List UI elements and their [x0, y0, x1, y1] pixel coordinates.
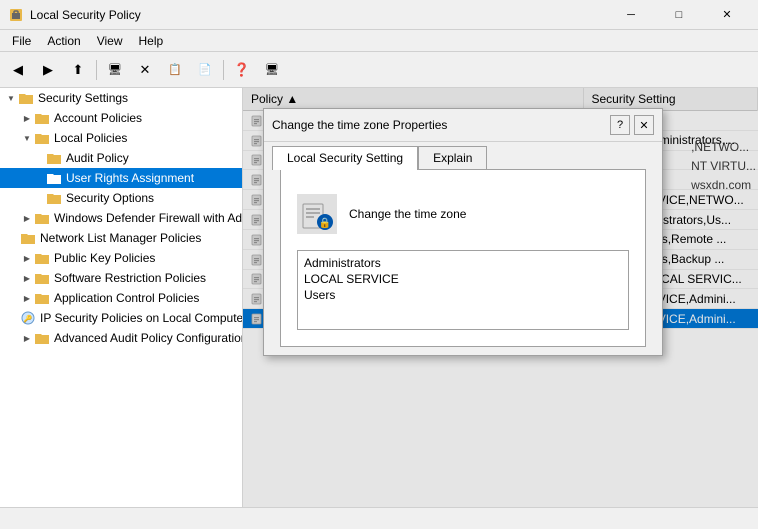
tab-explain[interactable]: Explain — [418, 146, 487, 169]
tree-label-security-options: Security Options — [66, 191, 154, 205]
help-button[interactable]: ❓ — [228, 56, 256, 84]
tree-item-app-control[interactable]: ▶ Application Control Policies — [0, 288, 242, 308]
icon-ip-security: 🔑 — [20, 310, 36, 326]
tree-label-software-restriction: Software Restriction Policies — [54, 271, 206, 285]
folder-icon-audit-adv — [34, 330, 50, 346]
dialog-titlebar: Change the time zone Properties ? ✕ — [264, 109, 662, 142]
expand-icon-app: ▶ — [20, 291, 34, 305]
tree-label-windows-firewall: Windows Defender Firewall with Adva... — [54, 211, 243, 225]
dialog-policy-name: Change the time zone — [349, 207, 466, 221]
forward-button[interactable]: ▶ — [34, 56, 62, 84]
dialog-close-button[interactable]: ✕ — [634, 115, 654, 135]
dialog-controls: ? ✕ — [610, 115, 654, 135]
tree-label-ip-security: IP Security Policies on Local Compute... — [40, 311, 243, 325]
folder-icon — [18, 90, 34, 106]
folder-icon-firewall — [34, 210, 50, 226]
tab-local-security-setting[interactable]: Local Security Setting — [272, 146, 418, 170]
new-button[interactable]: 📄 — [191, 56, 219, 84]
expand-icon-account: ▶ — [20, 111, 34, 125]
tree-item-security-options[interactable]: Security Options — [0, 188, 242, 208]
tree-label-network-list: Network List Manager Policies — [40, 231, 201, 245]
policy-big-icon: 🔒 — [297, 194, 337, 234]
tree-item-software-restriction[interactable]: ▶ Software Restriction Policies — [0, 268, 242, 288]
folder-icon-user-rights — [46, 170, 62, 186]
list-item[interactable]: LOCAL SERVICE — [302, 271, 624, 287]
menubar: File Action View Help — [0, 30, 758, 52]
tree-item-network-list[interactable]: Network List Manager Policies — [0, 228, 242, 248]
svg-text:🔒: 🔒 — [319, 217, 331, 229]
dialog-tabs: Local Security Setting Explain — [264, 142, 662, 169]
expand-icon-audit: ▶ — [20, 331, 34, 345]
dialog-body: 🔒 Change the time zone AdministratorsLOC… — [264, 169, 662, 355]
tree-item-account-policies[interactable]: ▶ Account Policies — [0, 108, 242, 128]
dialog-overlay: Change the time zone Properties ? ✕ Loca… — [243, 88, 758, 507]
dialog-list-box[interactable]: AdministratorsLOCAL SERVICEUsers — [297, 250, 629, 330]
content-area: Policy ▲ Security Setting Access Credent… — [243, 88, 758, 507]
window-controls: ─ □ ✕ — [608, 0, 750, 30]
tree-item-audit-policy[interactable]: Audit Policy — [0, 148, 242, 168]
tree-item-public-key[interactable]: ▶ Public Key Policies — [0, 248, 242, 268]
minimize-button[interactable]: ─ — [608, 0, 654, 30]
window-title: Local Security Policy — [30, 8, 608, 22]
console-button[interactable]: 🖥 — [258, 56, 286, 84]
dialog-help-button[interactable]: ? — [610, 115, 630, 135]
up-button[interactable]: ⬆ — [64, 56, 92, 84]
tree-item-local-policies[interactable]: ▼ Local Policies — [0, 128, 242, 148]
list-item[interactable]: Administrators — [302, 255, 624, 271]
app-icon — [8, 7, 24, 23]
statusbar — [0, 507, 758, 529]
folder-icon-pubkey — [34, 250, 50, 266]
tree-item-user-rights[interactable]: User Rights Assignment — [0, 168, 242, 188]
tree-label-public-key: Public Key Policies — [54, 251, 155, 265]
tree-label-local-policies: Local Policies — [54, 131, 127, 145]
sidebar: ▼ Security Settings ▶ Account Policies ▼… — [0, 88, 243, 507]
expand-icon-software: ▶ — [20, 271, 34, 285]
tree-label-app-control: Application Control Policies — [54, 291, 199, 305]
expand-icon-local: ▼ — [20, 131, 34, 145]
dialog-policy-header: 🔒 Change the time zone — [297, 186, 629, 242]
tree-item-ip-security[interactable]: 🔑 IP Security Policies on Local Compute.… — [0, 308, 242, 328]
menu-action[interactable]: Action — [39, 32, 88, 50]
toolbar-separator-1 — [96, 60, 97, 80]
tree-label-account-policies: Account Policies — [54, 111, 142, 125]
list-item[interactable]: Users — [302, 287, 624, 303]
toolbar: ◀ ▶ ⬆ 🖥 ✕ 📋 📄 ❓ 🖥 — [0, 52, 758, 88]
folder-icon-security-opts — [46, 190, 62, 206]
tree-label-security-settings: Security Settings — [38, 91, 128, 105]
tree-item-windows-firewall[interactable]: ▶ Windows Defender Firewall with Adva... — [0, 208, 242, 228]
menu-file[interactable]: File — [4, 32, 39, 50]
main-container: ▼ Security Settings ▶ Account Policies ▼… — [0, 88, 758, 507]
tree-label-user-rights: User Rights Assignment — [66, 171, 194, 185]
tree-item-advanced-audit[interactable]: ▶ Advanced Audit Policy Configuration — [0, 328, 242, 348]
folder-icon-local — [34, 130, 50, 146]
show-hide-button[interactable]: 🖥 — [101, 56, 129, 84]
dialog-change-timezone: Change the time zone Properties ? ✕ Loca… — [263, 108, 663, 356]
tree-label-audit-policy: Audit Policy — [66, 151, 129, 165]
menu-help[interactable]: Help — [131, 32, 172, 50]
dialog-title: Change the time zone Properties — [272, 118, 610, 132]
dialog-content: 🔒 Change the time zone AdministratorsLOC… — [280, 169, 646, 347]
close-button[interactable]: ✕ — [704, 0, 750, 30]
tree-label-advanced-audit: Advanced Audit Policy Configuration — [54, 331, 243, 345]
folder-icon-audit — [46, 150, 62, 166]
tree-item-security-settings[interactable]: ▼ Security Settings — [0, 88, 242, 108]
svg-text:🔑: 🔑 — [24, 314, 33, 323]
maximize-button[interactable]: □ — [656, 0, 702, 30]
expand-icon-firewall: ▶ — [20, 211, 34, 225]
titlebar: Local Security Policy ─ □ ✕ — [0, 0, 758, 30]
folder-icon-app — [34, 290, 50, 306]
folder-icon-network — [20, 230, 36, 246]
folder-icon-software — [34, 270, 50, 286]
back-button[interactable]: ◀ — [4, 56, 32, 84]
folder-icon-account — [34, 110, 50, 126]
properties-button[interactable]: 📋 — [161, 56, 189, 84]
expand-icon-pubkey: ▶ — [20, 251, 34, 265]
toolbar-separator-2 — [223, 60, 224, 80]
menu-view[interactable]: View — [89, 32, 131, 50]
delete-button[interactable]: ✕ — [131, 56, 159, 84]
expand-icon: ▼ — [4, 91, 18, 105]
